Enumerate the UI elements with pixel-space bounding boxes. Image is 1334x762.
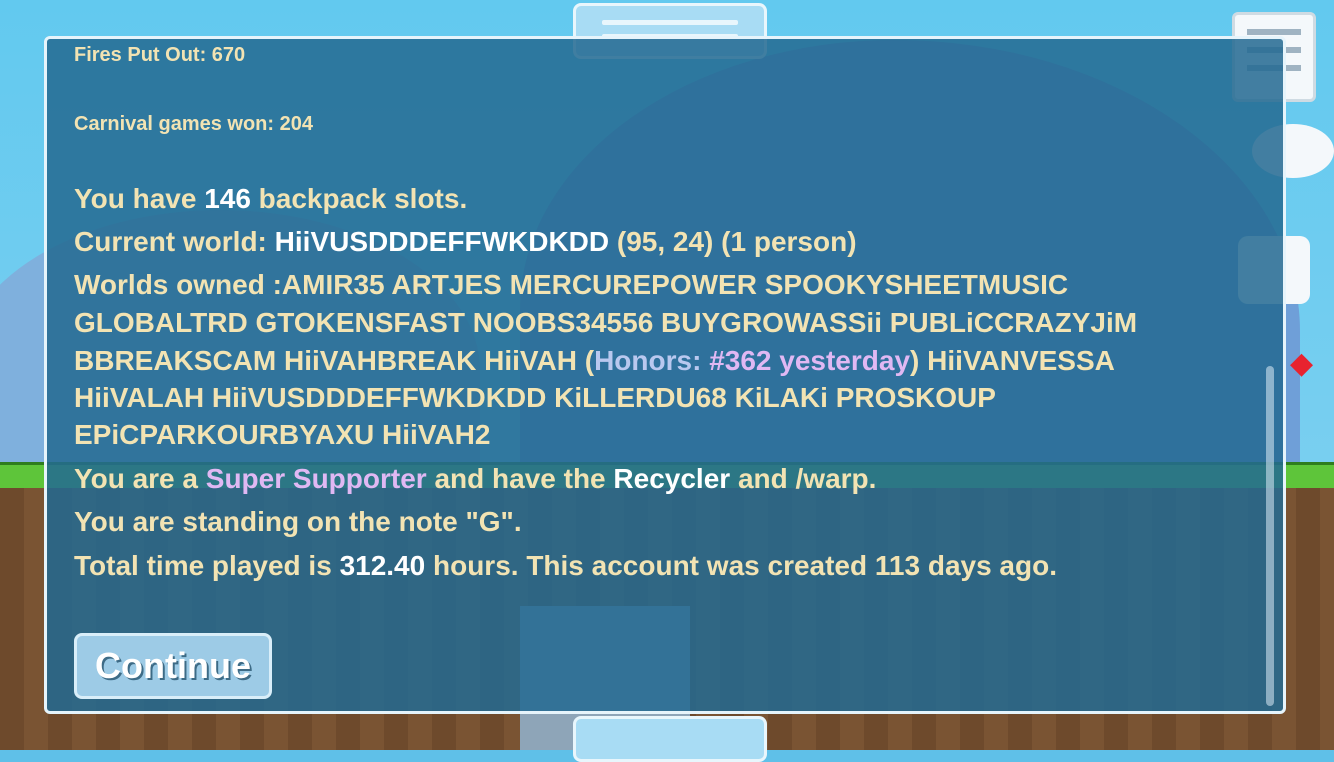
supporter-item: Recycler (613, 463, 731, 494)
supporter-mid: and have the (426, 463, 614, 494)
fires-put-out-stat: Fires Put Out: 670 (74, 44, 246, 66)
worlds-owned-line-2: GLOBALTRD GTOKENSFAST NOOBS34556 BUYGROW… (74, 307, 1138, 338)
note-line: You are standing on the note "G". (74, 506, 522, 537)
worlds-owned-line-5: EPiCPARKOURBYAXU HiiVAH2 (74, 419, 491, 450)
current-world-line: Current world: HiiVUSDDDEFFWKDKDD (95, 2… (74, 226, 857, 258)
time-played-prefix: Total time played is (74, 550, 340, 581)
dialog-scrollbar[interactable] (1266, 366, 1274, 706)
backpack-prefix: You have (74, 183, 205, 214)
menu-line (1247, 29, 1301, 35)
carnival-games-stat: Carnival games won: 204 (74, 113, 313, 135)
honors-label: Honors: (594, 345, 710, 376)
tab-grip-line (602, 20, 738, 25)
worlds-owned-line-4: HiiVALAH HiiVUSDDDEFFWKDKDD KiLLERDU68 K… (74, 382, 996, 413)
worlds-owned-line-1: Worlds owned :AMIR35 ARTJES MERCUREPOWER… (74, 269, 1069, 300)
time-played-hours: 312.40 (339, 550, 426, 581)
gem-icon[interactable]: ◆ (1290, 346, 1313, 381)
current-world-name: HiiVUSDDDEFFWKDKDD (274, 226, 610, 257)
worlds-owned-line-3-post: ) HiiVANVESSA (910, 345, 1115, 376)
supporter-rank: Super Supporter (205, 463, 427, 494)
supporter-prefix: You are a (74, 463, 206, 494)
worlds-owned-line-3: BBREAKSCAM HiiVAHBREAK HiiVAH (Honors: #… (74, 345, 1115, 377)
time-played-line: Total time played is 312.40 hours. This … (74, 550, 1057, 582)
current-world-prefix: Current world: (74, 226, 275, 257)
backpack-suffix: backpack slots. (250, 183, 468, 214)
honors-value: #362 yesterday (709, 345, 911, 376)
backpack-line: You have 146 backpack slots. (74, 183, 467, 215)
backpack-count: 146 (204, 183, 251, 214)
supporter-suffix: and /warp. (730, 463, 877, 494)
bottom-pullup-tab[interactable] (573, 716, 767, 762)
continue-button[interactable]: Continue (74, 633, 272, 699)
supporter-line: You are a Super Supporter and have the R… (74, 463, 876, 495)
current-world-coords: (95, 24) (1 person) (609, 226, 857, 257)
time-played-suffix: hours. This account was created 113 days… (425, 550, 1057, 581)
worlds-owned-line-3-pre: BBREAKSCAM HiiVAHBREAK HiiVAH ( (74, 345, 595, 376)
